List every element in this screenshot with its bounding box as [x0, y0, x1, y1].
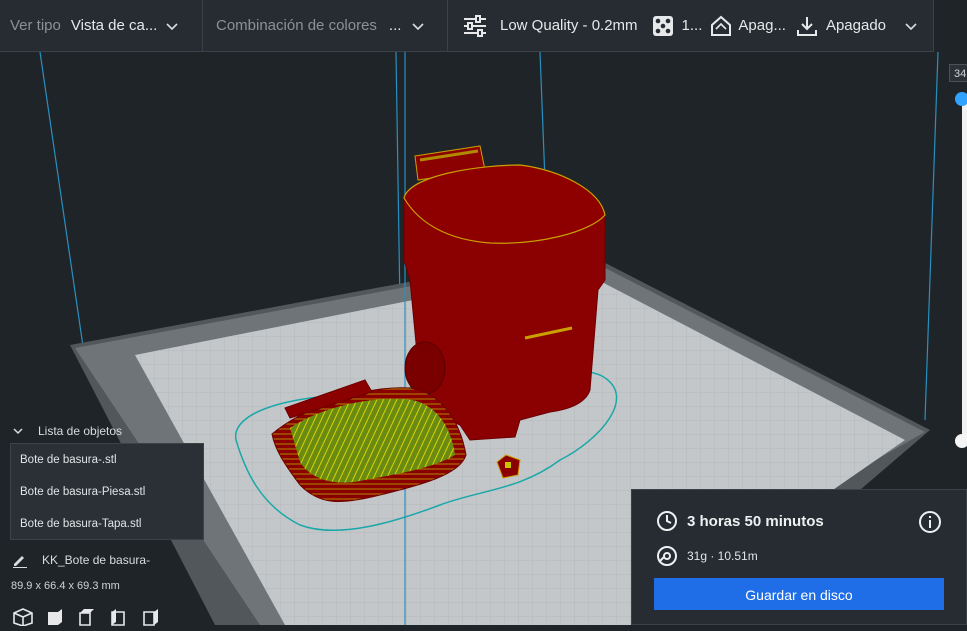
info-icon[interactable] — [918, 510, 942, 534]
print-summary-panel: 3 horas 50 minutos 31g · 10.51m Guardar … — [631, 489, 967, 625]
view-type-dropdown[interactable]: Ver tipo Vista de ca... — [0, 0, 202, 52]
top-view-icon[interactable] — [76, 608, 98, 626]
chevron-down-icon — [905, 22, 917, 30]
pencil-icon — [13, 556, 27, 568]
color-scheme-label: Combinación de colores — [216, 17, 377, 34]
color-scheme-value: ... — [388, 17, 402, 34]
material-usage: 31g · 10.51m — [656, 545, 758, 567]
adhesion-value: Apagado — [825, 17, 887, 34]
object-list-title: Lista de objetos — [38, 424, 123, 438]
sliders-icon — [464, 14, 486, 37]
layer-slider-track[interactable] — [962, 98, 967, 443]
view-type-label: Ver tipo — [10, 17, 61, 34]
list-item[interactable]: Bote de basura-Tapa.stl — [11, 508, 203, 540]
object-list: Bote de basura-.stl Bote de basura-Piesa… — [10, 443, 204, 540]
view-type-value: Vista de ca... — [70, 17, 157, 34]
object-list-toggle[interactable]: Lista de objetos — [12, 424, 122, 438]
infill-value: 1... — [681, 17, 703, 34]
print-time-text: 3 horas 50 minutos — [687, 512, 824, 530]
top-toolbar: Ver tipo Vista de ca... Combinación de c… — [0, 0, 934, 52]
adhesion-icon — [796, 16, 817, 36]
print-profile-label: Low Quality - 0.2mm — [500, 17, 638, 34]
material-usage-text: 31g · 10.51m — [687, 549, 758, 563]
print-time: 3 horas 50 minutos — [656, 510, 824, 532]
object-name-text: KK_Bote de basura- — [42, 553, 151, 567]
chevron-down-icon — [412, 22, 424, 30]
selected-object-name[interactable]: KK_Bote de basura- — [12, 552, 150, 568]
chevron-down-icon — [166, 22, 178, 30]
3d-view-icon[interactable] — [12, 608, 34, 627]
color-scheme-dropdown[interactable]: Combinación de colores ... — [203, 0, 447, 52]
layer-slider-top-handle[interactable] — [955, 92, 967, 106]
infill-icon — [652, 15, 673, 36]
support-value: Apag... — [738, 17, 786, 34]
layer-slider-bottom-handle[interactable] — [955, 434, 967, 448]
clock-icon — [657, 511, 677, 531]
chevron-down-icon — [13, 428, 23, 435]
right-view-icon[interactable] — [140, 608, 162, 626]
filament-spool-icon — [657, 546, 677, 566]
camera-view-buttons — [12, 608, 162, 627]
print-settings-dropdown[interactable]: Low Quality - 0.2mm 1... Apag... Apagado — [448, 0, 933, 52]
layer-number-field[interactable]: 34 — [949, 64, 967, 82]
list-item[interactable]: Bote de basura-.stl — [11, 444, 203, 476]
front-view-icon[interactable] — [44, 608, 66, 626]
left-view-icon[interactable] — [108, 608, 130, 626]
support-icon — [711, 15, 732, 36]
save-to-disk-button[interactable]: Guardar en disco — [654, 578, 944, 610]
object-dimensions: 89.9 x 66.4 x 69.3 mm — [11, 580, 120, 592]
list-item[interactable]: Bote de basura-Piesa.stl — [11, 476, 203, 508]
